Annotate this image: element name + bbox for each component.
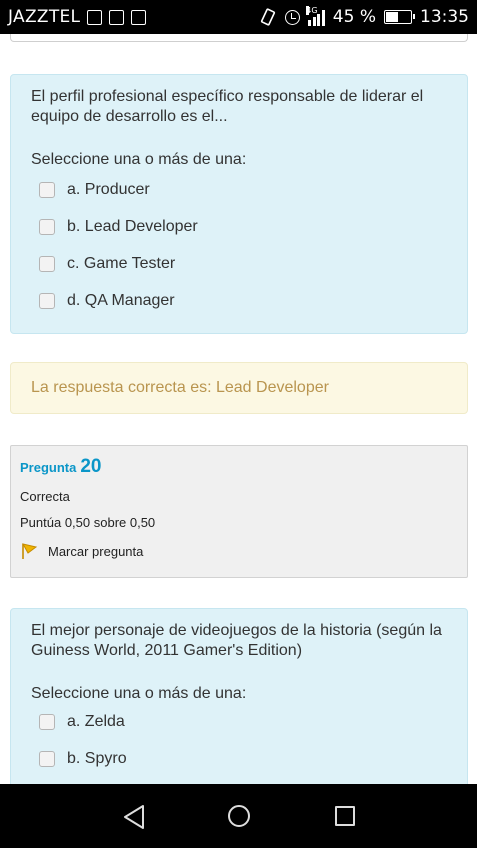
flag-icon (22, 543, 38, 559)
battery-percent: 45 % (332, 7, 376, 27)
answer-option[interactable]: a. Zelda (31, 703, 447, 740)
question-number: Pregunta 20 (20, 456, 458, 478)
feedback-text: La respuesta correcta es: Lead Developer (31, 379, 329, 396)
navigation-bar (0, 784, 477, 848)
answer-checkbox[interactable] (39, 750, 55, 767)
answer-checkbox[interactable] (39, 713, 55, 730)
answer-option[interactable]: d. QA Manager (31, 282, 447, 319)
answer-label: a. Producer (67, 180, 150, 198)
answer-checkbox[interactable] (39, 218, 55, 235)
image-icon (87, 9, 103, 25)
correct-answer-feedback: La respuesta correcta es: Lead Developer (10, 362, 468, 414)
answer-option[interactable]: b. Lead Developer (31, 208, 447, 245)
flag-question-label: Marcar pregunta (48, 543, 144, 559)
question-state: Correcta (20, 489, 70, 504)
answer-checkbox[interactable] (39, 292, 55, 309)
answer-checkbox[interactable] (39, 181, 55, 198)
home-icon[interactable] (228, 805, 250, 827)
answer-prompt: Seleccione una o más de una: (31, 685, 247, 702)
question-text: El perfil profesional específico respons… (31, 88, 424, 125)
keyboard-icon (131, 9, 147, 25)
recent-apps-icon[interactable] (335, 806, 355, 826)
answer-label: b. Lead Developer (67, 217, 198, 235)
question-number-label: Pregunta (20, 460, 77, 475)
vibrate-icon (261, 8, 276, 26)
question-grade: Puntúa 0,50 sobre 0,50 (20, 515, 156, 530)
status-bar: JAZZTEL 4G 45 % 13:35 (0, 0, 477, 34)
question-formulation: El mejor personaje de videojuegos de la … (10, 608, 468, 784)
question-info-panel: Pregunta 20 Correcta Puntúa 0,50 sobre 0… (10, 445, 468, 578)
answer-options: a. Producer b. Lead Developer c. Game Te… (31, 171, 447, 319)
quiz-review-page[interactable]: El perfil profesional específico respons… (0, 34, 477, 784)
flag-question-button[interactable]: Marcar pregunta (20, 542, 458, 560)
signal-icon: 4G (306, 5, 325, 26)
mail-icon (109, 9, 125, 25)
answer-checkbox[interactable] (39, 255, 55, 272)
answer-label: b. Spyro (67, 749, 127, 767)
battery-icon (384, 10, 415, 24)
answer-options: a. Zelda b. Spyro (31, 703, 447, 777)
network-type: 4G (306, 5, 318, 15)
answer-option[interactable]: b. Spyro (31, 740, 447, 777)
alarm-icon (285, 9, 301, 25)
answer-prompt: Seleccione una o más de una: (31, 151, 247, 168)
answer-label: c. Game Tester (67, 254, 176, 272)
answer-option[interactable]: c. Game Tester (31, 245, 447, 282)
back-icon[interactable] (122, 804, 146, 830)
carrier-name: JAZZTEL (8, 7, 81, 27)
answer-label: a. Zelda (67, 712, 125, 730)
question-number-value: 20 (80, 456, 102, 477)
answer-option[interactable]: a. Producer (31, 171, 447, 208)
question-text: El mejor personaje de videojuegos de la … (31, 622, 442, 659)
clock-time: 13:35 (420, 7, 469, 27)
previous-question-box (10, 34, 468, 42)
answer-label: d. QA Manager (67, 291, 175, 309)
question-formulation: El perfil profesional específico respons… (10, 74, 468, 334)
